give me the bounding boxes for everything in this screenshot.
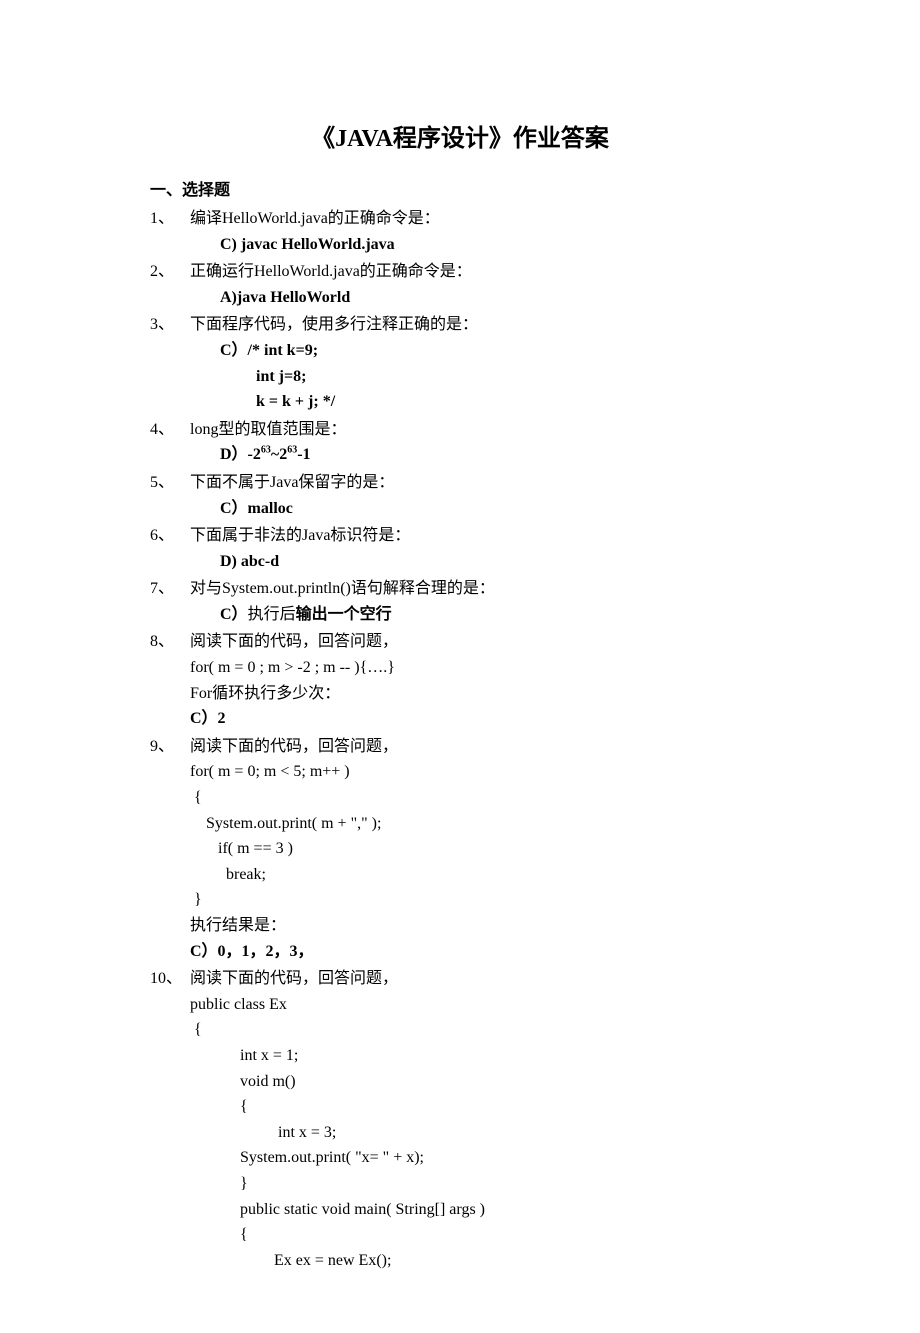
code-line: {	[190, 1017, 770, 1043]
question-1: 1、编译HelloWorld.java的正确命令是：C) javac Hello…	[150, 206, 770, 257]
answer-text: C）malloc	[220, 496, 770, 522]
answer-text: D）-263~263-1	[220, 442, 770, 468]
answer-text: C）/* int k=9;	[220, 338, 770, 364]
question-text: 阅读下面的代码，回答问题，	[190, 966, 770, 992]
question-text: 阅读下面的代码，回答问题，	[190, 734, 770, 760]
code-line: if( m == 3 )	[190, 836, 770, 862]
question-7: 7、对与System.out.println()语句解释合理的是：C）执行后输出…	[150, 576, 770, 627]
answer-continuation: int j=8;	[256, 364, 770, 390]
question-text: long型的取值范围是：	[190, 417, 770, 443]
answer-text: A)java HelloWorld	[220, 285, 770, 311]
question-2: 2、正确运行HelloWorld.java的正确命令是：A)java Hello…	[150, 259, 770, 310]
code-line: System.out.print( m + "," );	[190, 811, 770, 837]
question-number: 1、	[150, 206, 190, 232]
code-line: public class Ex	[190, 992, 770, 1018]
answer-text: C）0，1，2，3，	[190, 939, 770, 965]
question-text: 下面不属于Java保留字的是：	[190, 470, 770, 496]
code-line: System.out.print( "x= " + x);	[240, 1145, 770, 1171]
section-header: 一、选择题	[150, 178, 770, 204]
question-8: 8、阅读下面的代码，回答问题，for( m = 0 ; m > -2 ; m -…	[150, 629, 770, 731]
question-number: 10、	[150, 966, 190, 992]
code-line: {	[190, 785, 770, 811]
code-line: }	[240, 1171, 770, 1197]
code-line: {	[240, 1222, 770, 1248]
question-number: 7、	[150, 576, 190, 602]
code-line: public static void main( String[] args )	[240, 1197, 770, 1223]
code-line: void m()	[240, 1069, 770, 1095]
questions-list: 1、编译HelloWorld.java的正确命令是：C) javac Hello…	[150, 206, 770, 1273]
question-text: 编译HelloWorld.java的正确命令是：	[190, 206, 770, 232]
question-6: 6、下面属于非法的Java标识符是：D) abc-d	[150, 523, 770, 574]
code-line: {	[240, 1094, 770, 1120]
answer-text: C）2	[190, 706, 770, 732]
answer-text: C）执行后输出一个空行	[220, 602, 770, 628]
question-text: 对与System.out.println()语句解释合理的是：	[190, 576, 770, 602]
code-line: for( m = 0; m < 5; m++ )	[190, 759, 770, 785]
answer-continuation: k = k + j; */	[256, 389, 770, 415]
question-number: 9、	[150, 734, 190, 760]
code-line: int x = 1;	[240, 1043, 770, 1069]
code-line: for( m = 0 ; m > -2 ; m -- ){….}	[190, 655, 770, 681]
question-number: 6、	[150, 523, 190, 549]
question-text: 正确运行HelloWorld.java的正确命令是：	[190, 259, 770, 285]
question-3: 3、下面程序代码，使用多行注释正确的是：C）/* int k=9;int j=8…	[150, 312, 770, 414]
question-text: 下面程序代码，使用多行注释正确的是：	[190, 312, 770, 338]
question-number: 3、	[150, 312, 190, 338]
question-4: 4、long型的取值范围是：D）-263~263-1	[150, 417, 770, 468]
answer-text: C) javac HelloWorld.java	[220, 232, 770, 258]
code-line: 执行结果是：	[190, 913, 770, 939]
question-10: 10、 阅读下面的代码，回答问题，public class Ex {int x …	[150, 966, 770, 1273]
code-line: break;	[190, 862, 770, 888]
code-line: Ex ex = new Ex();	[262, 1248, 770, 1274]
page-title: 《JAVA程序设计》作业答案	[150, 120, 770, 158]
answer-text: D) abc-d	[220, 549, 770, 575]
question-text: 下面属于非法的Java标识符是：	[190, 523, 770, 549]
question-5: 5、下面不属于Java保留字的是：C）malloc	[150, 470, 770, 521]
question-number: 5、	[150, 470, 190, 496]
question-9: 9、阅读下面的代码，回答问题，for( m = 0; m < 5; m++ ) …	[150, 734, 770, 964]
question-text: 阅读下面的代码，回答问题，	[190, 629, 770, 655]
question-number: 4、	[150, 417, 190, 443]
code-line: }	[190, 887, 770, 913]
question-number: 2、	[150, 259, 190, 285]
code-line: int x = 3;	[262, 1120, 770, 1146]
question-number: 8、	[150, 629, 190, 655]
code-line: For循环执行多少次：	[190, 681, 770, 707]
